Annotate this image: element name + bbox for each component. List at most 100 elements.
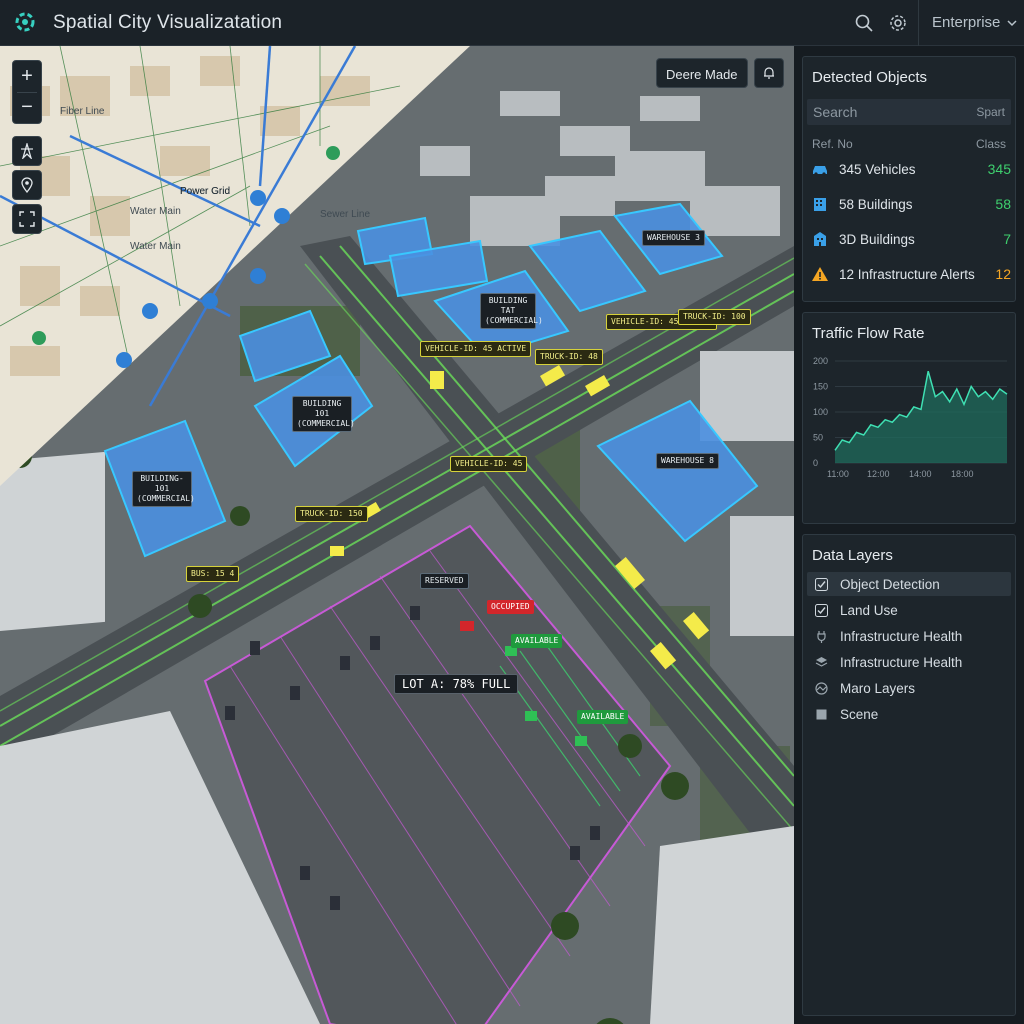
- app-logo-icon: [15, 12, 35, 32]
- parking-tag[interactable]: AVAILABLE: [511, 634, 563, 648]
- detected-objects-panel: Detected Objects Search Spart Ref. No Cl…: [802, 56, 1016, 302]
- x-tick-label: 14:00: [909, 469, 932, 479]
- traffic-flow-panel: Traffic Flow Rate 200 150 100 50 0 11:00 12:00…: [802, 312, 1016, 524]
- layer-label: Land Use: [840, 602, 898, 618]
- object-row-alerts[interactable]: 12 Infrastructure Alerts 12: [811, 262, 1011, 286]
- y-tick-label: 200: [813, 356, 828, 366]
- y-tick-label: 0: [813, 458, 818, 468]
- data-layers-panel: Data Layers Object Detection Land Use In…: [802, 534, 1016, 1016]
- object-row-vehicles[interactable]: 345 Vehicles 345: [811, 157, 1011, 181]
- search-sort-label[interactable]: Spart: [976, 105, 1005, 119]
- checkbox-checked-icon[interactable]: [815, 603, 828, 617]
- building-tag[interactable]: BUILDING TAT (COMMERCIAL): [480, 293, 543, 329]
- zoom-controls: + −: [12, 60, 42, 124]
- layer-label: Infrastructure Health: [840, 654, 963, 670]
- panel-title: Data Layers: [812, 547, 893, 564]
- y-tick-label: 50: [813, 433, 823, 443]
- app-title: Spatial City Visualizatation: [53, 12, 283, 33]
- x-tick-label: 18:00: [951, 469, 974, 479]
- notifications-button[interactable]: [754, 58, 784, 88]
- object-label: 3D Buildings: [839, 231, 915, 247]
- parking-tag[interactable]: RESERVED: [420, 573, 469, 589]
- object-row-buildings[interactable]: 58 Buildings 58: [811, 192, 1011, 216]
- object-label: 345 Vehicles: [839, 161, 916, 177]
- layers-icon: [815, 656, 828, 667]
- car-icon: [813, 166, 827, 176]
- warning-icon: [812, 267, 828, 281]
- map-canvas[interactable]: [0, 46, 794, 1024]
- building-tag[interactable]: WAREHOUSE 3: [642, 230, 705, 246]
- column-header-ref: Ref. No: [812, 137, 853, 151]
- building-3d-icon: [814, 232, 826, 246]
- chevron-down-icon: [1007, 19, 1017, 26]
- object-count: 12: [995, 266, 1011, 282]
- x-tick-label: 12:00: [867, 469, 890, 479]
- objects-search-input[interactable]: Search Spart: [807, 99, 1011, 125]
- object-row-3d-buildings[interactable]: 3D Buildings 7: [811, 227, 1011, 251]
- bell-icon: [764, 67, 774, 79]
- vehicle-tag[interactable]: TRUCK-ID: 150: [295, 506, 368, 522]
- layer-object-detection[interactable]: Object Detection: [807, 572, 1011, 596]
- parking-tag[interactable]: OCCUPIED: [487, 600, 534, 614]
- parking-tag[interactable]: AVAILABLE: [577, 710, 629, 724]
- vehicle-tag[interactable]: TRUCK-ID: 48: [535, 349, 603, 365]
- object-count: 58: [995, 196, 1011, 212]
- y-tick-label: 150: [813, 382, 828, 392]
- y-tick-label: 100: [813, 407, 828, 417]
- layer-maro-layers[interactable]: Maro Layers: [807, 676, 1011, 700]
- traffic-area: [835, 371, 1007, 463]
- map-view[interactable]: Power Grid Water Main Fiber Line Power G…: [0, 46, 794, 1024]
- layer-label: Maro Layers: [840, 680, 916, 696]
- search-icon[interactable]: [854, 13, 874, 33]
- checkbox-checked-icon[interactable]: [815, 577, 828, 591]
- square-icon: [816, 709, 827, 719]
- topbar-divider: [918, 0, 919, 46]
- vehicle-tag[interactable]: VEHICLE-ID: 45 ACTIVE: [420, 341, 532, 357]
- overlay-label: Sewer Line: [320, 209, 371, 220]
- layer-label: Scene: [840, 706, 879, 722]
- fullscreen-icon: [19, 211, 35, 227]
- zoom-in-button[interactable]: +: [13, 61, 41, 92]
- object-label: 58 Buildings: [839, 196, 913, 212]
- fullscreen-button[interactable]: [12, 204, 42, 234]
- tenant-label: Enterprise: [932, 14, 1001, 31]
- overlay-label: Power Grid: [180, 186, 231, 197]
- traffic-flow-chart[interactable]: 200 150 100 50 0 11:00 12:00 14:00 18:00: [805, 353, 1015, 503]
- plug-icon: [817, 630, 826, 643]
- compass-button[interactable]: [12, 136, 42, 166]
- layer-label: Infrastructure Health: [840, 628, 963, 644]
- location-pin-icon: [21, 177, 33, 193]
- layer-infrastructure-health[interactable]: Infrastructure Health: [807, 624, 1011, 648]
- building-tag[interactable]: BUILDING 101 (COMMERCIAL): [292, 396, 355, 432]
- object-label: 12 Infrastructure Alerts: [839, 266, 975, 282]
- top-bar: Spatial City Visualizatation Enterprise: [0, 0, 1024, 46]
- vehicle-tag[interactable]: BUS: 15 4: [186, 566, 240, 582]
- x-tick-label: 11:00: [827, 469, 849, 479]
- object-count: 345: [987, 161, 1011, 177]
- tenant-dropdown[interactable]: Enterprise: [932, 14, 1018, 31]
- map-layers-icon: [815, 681, 828, 695]
- right-sidebar: Detected Objects Search Spart Ref. No Cl…: [794, 46, 1024, 1024]
- vehicle-tag[interactable]: VEHICLE-ID: 45: [450, 456, 528, 472]
- vehicle-tag[interactable]: TRUCK-ID: 100: [678, 309, 751, 325]
- layer-scene[interactable]: Scene: [807, 702, 1011, 726]
- parking-summary-tag[interactable]: LOT A: 78% FULL: [394, 674, 519, 694]
- zoom-out-button[interactable]: −: [13, 92, 41, 123]
- object-count: 7: [1003, 231, 1011, 247]
- building-icon: [814, 198, 826, 211]
- panel-title: Traffic Flow Rate: [812, 325, 925, 342]
- overlay-label: Fiber Line: [60, 106, 105, 117]
- map-mode-button[interactable]: Deere Made: [656, 58, 748, 88]
- layer-label: Object Detection: [840, 576, 940, 592]
- search-placeholder: Search: [813, 104, 858, 120]
- overlay-label: Water Main: [130, 206, 181, 217]
- gear-icon[interactable]: [888, 13, 908, 33]
- building-tag[interactable]: WAREHOUSE 8: [656, 453, 719, 469]
- building-tag[interactable]: BUILDING-101 (COMMERCIAL): [132, 471, 195, 507]
- compass-icon: [21, 143, 33, 159]
- layer-infrastructure-health-2[interactable]: Infrastructure Health: [807, 650, 1011, 674]
- layer-land-use[interactable]: Land Use: [807, 598, 1011, 622]
- locate-button[interactable]: [12, 170, 42, 200]
- column-header-class: Class: [975, 137, 1006, 151]
- panel-title: Detected Objects: [812, 69, 928, 86]
